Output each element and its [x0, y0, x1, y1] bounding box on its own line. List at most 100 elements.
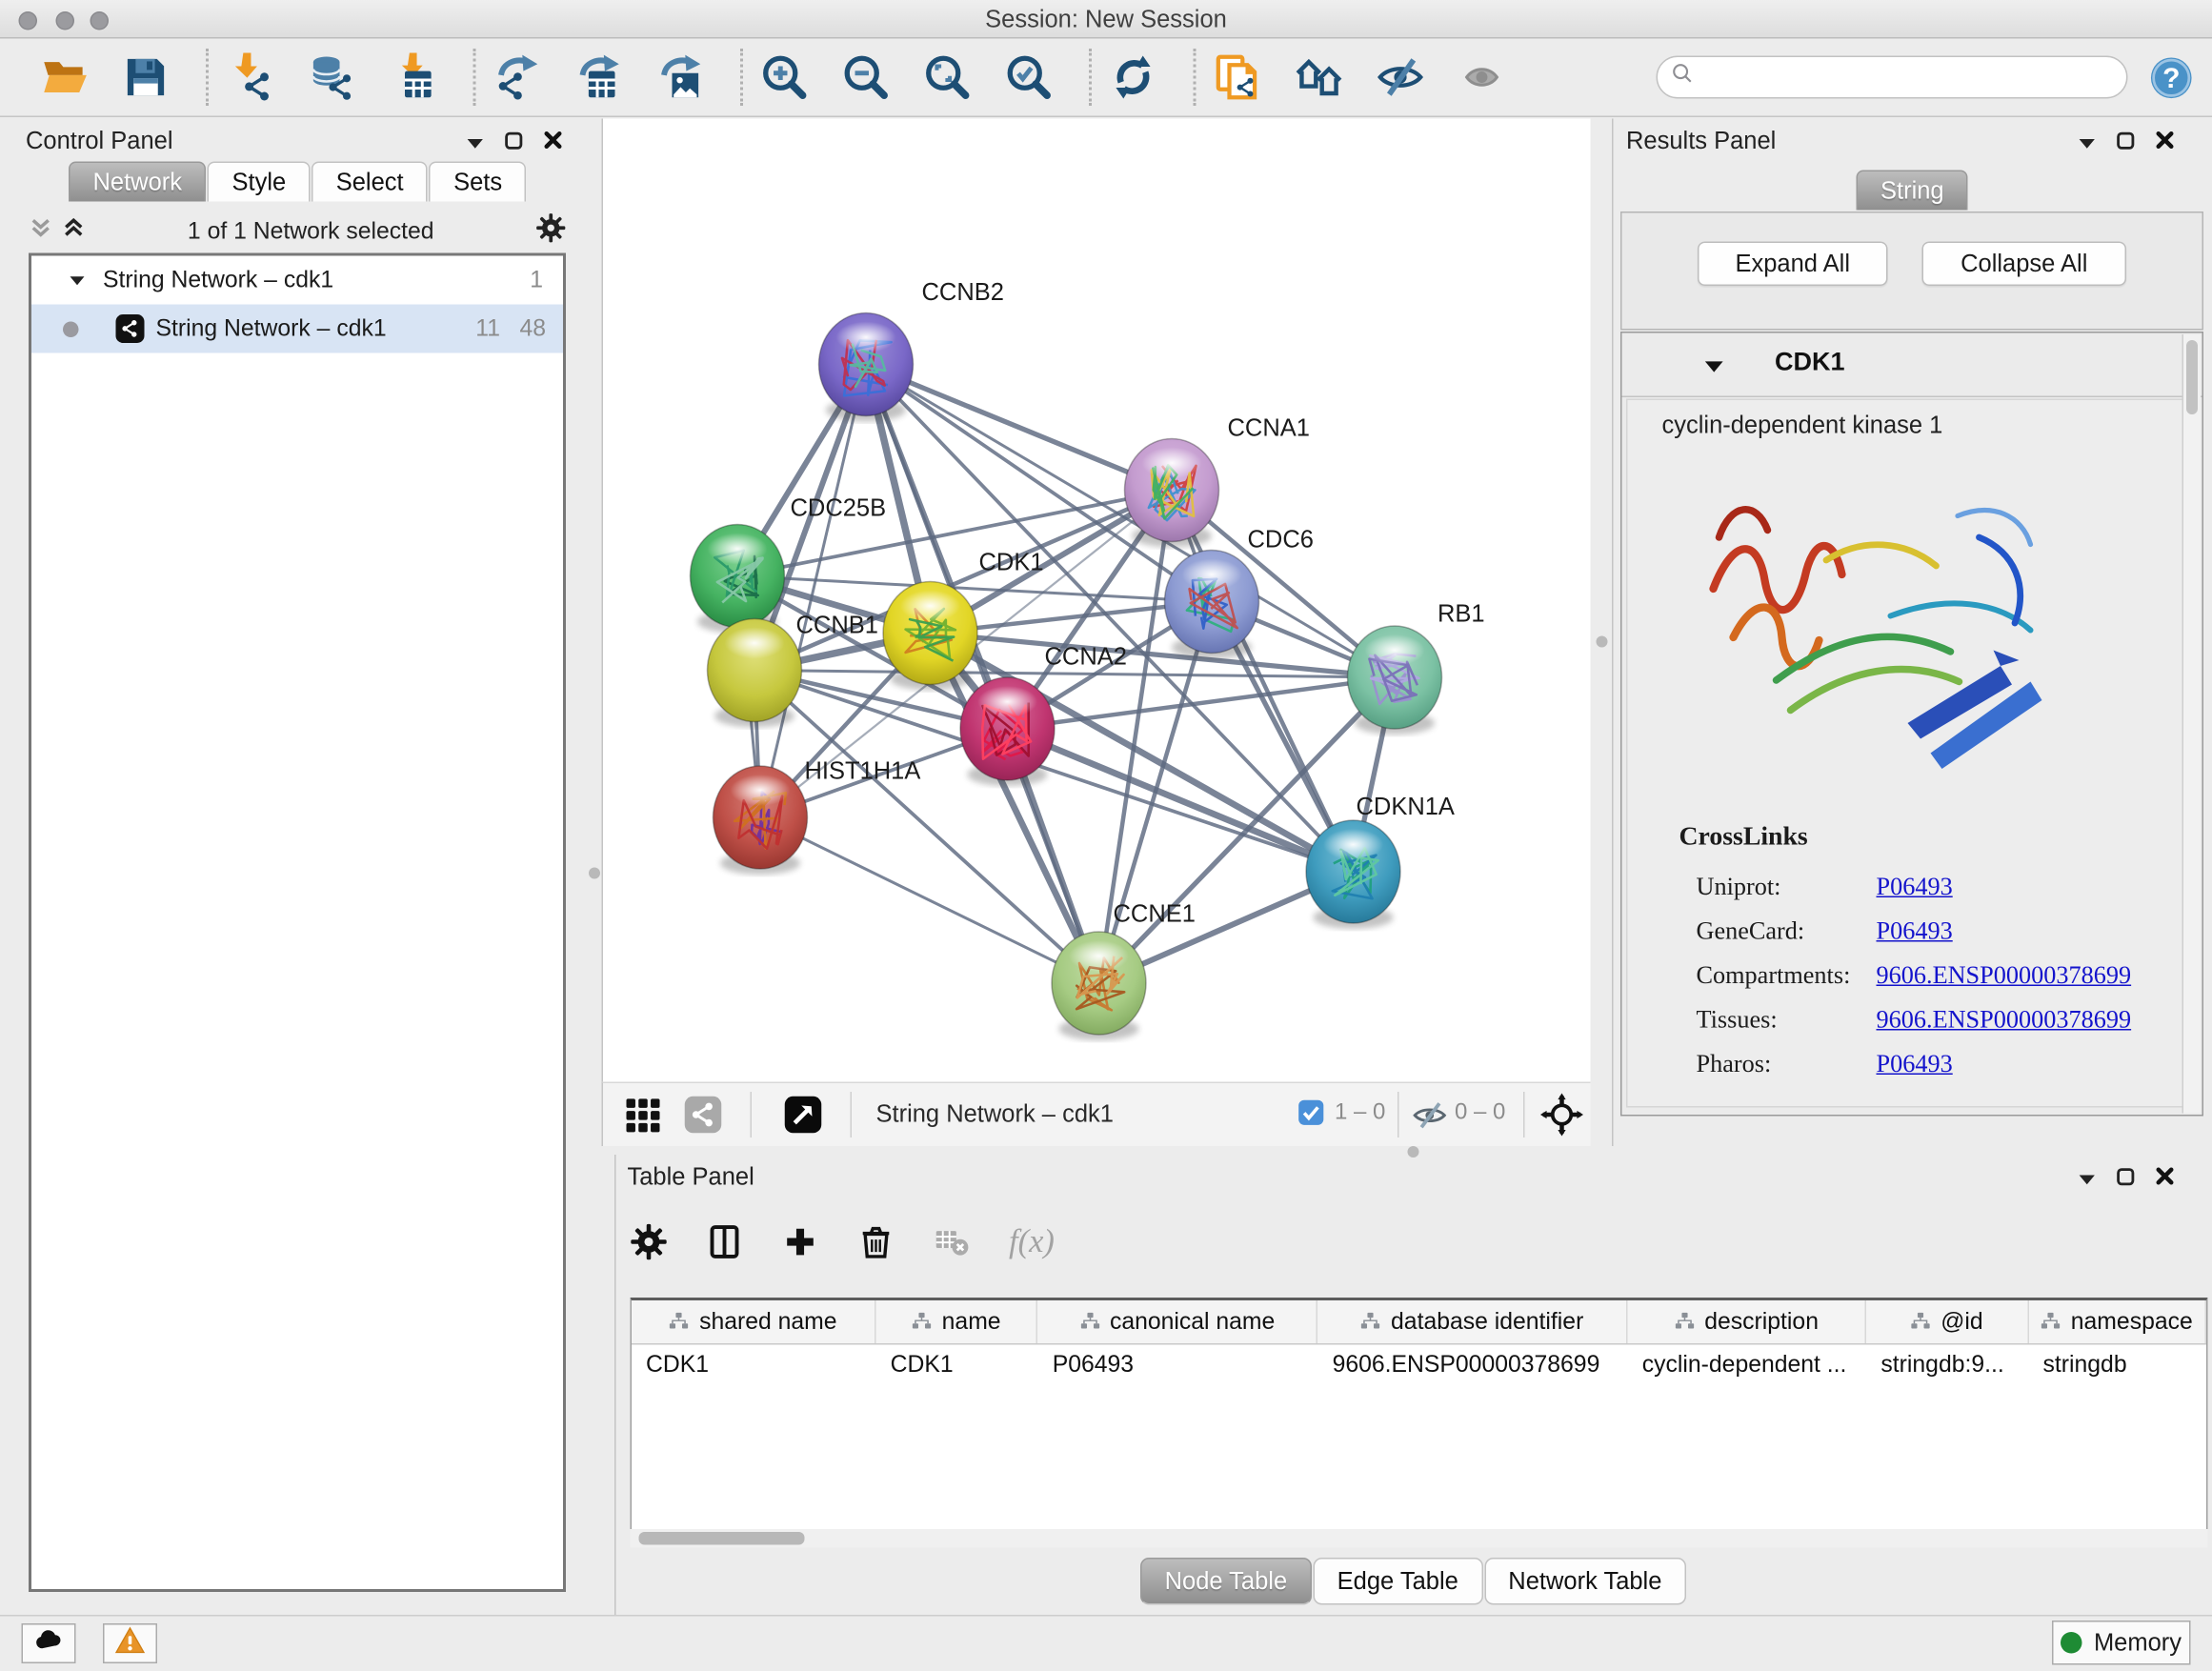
- column-header-canonicalname[interactable]: canonical name: [1038, 1300, 1318, 1343]
- search-field[interactable]: [1700, 59, 2126, 96]
- tab-edge-table[interactable]: Edge Table: [1313, 1558, 1482, 1605]
- view-grid-icon[interactable]: [623, 1095, 663, 1142]
- result-section-header[interactable]: CDK1: [1622, 333, 2202, 398]
- selected-counts: 1 – 0: [1335, 1100, 1385, 1126]
- network-node-CCNA2[interactable]: [960, 677, 1055, 786]
- clone-network-icon[interactable]: [1214, 53, 1262, 102]
- network-node-HIST1H1A[interactable]: [714, 766, 808, 875]
- delete-column-icon[interactable]: [857, 1223, 895, 1260]
- expand-all-button[interactable]: Expand All: [1698, 242, 1888, 287]
- results-panel-collapse-icon[interactable]: [2078, 131, 2097, 156]
- network-node-CCNE1[interactable]: [1052, 932, 1146, 1040]
- cloud-button[interactable]: [22, 1623, 76, 1663]
- network-edge[interactable]: [754, 671, 1395, 678]
- search-input[interactable]: [1657, 56, 2128, 99]
- tab-sets[interactable]: Sets: [430, 162, 527, 202]
- view-network-icon[interactable]: [683, 1095, 723, 1142]
- zoom-fit-icon[interactable]: [923, 53, 972, 102]
- show-columns-icon[interactable]: [706, 1223, 743, 1260]
- crosslink-link[interactable]: P06493: [1877, 872, 1953, 902]
- import-table-icon[interactable]: [389, 53, 437, 102]
- results-scrollbar[interactable]: [2182, 334, 2202, 1114]
- collapse-all-button[interactable]: Collapse All: [1922, 242, 2127, 287]
- memory-button[interactable]: Memory: [2052, 1621, 2191, 1665]
- hidden-items-icon[interactable]: [1412, 1097, 1448, 1140]
- open-session-icon[interactable]: [40, 53, 89, 102]
- control-panel-close-icon[interactable]: [543, 131, 563, 158]
- network-node-CDK1[interactable]: [883, 582, 977, 691]
- crosslink-link[interactable]: P06493: [1877, 916, 1953, 947]
- tab-style[interactable]: Style: [208, 162, 311, 202]
- results-panel-close-icon[interactable]: [2155, 131, 2175, 158]
- export-image-icon[interactable]: [656, 53, 705, 102]
- network-tree-row[interactable]: String Network – cdk11: [31, 256, 563, 305]
- network-node-CDC25B[interactable]: [691, 525, 785, 634]
- network-canvas[interactable]: CCNB2CCNA1CDC25BCDK1CDC6RB1CCNB1CCNA2CDK…: [602, 119, 1591, 1082]
- column-header-description[interactable]: description: [1628, 1300, 1867, 1343]
- collapse-all-networks-icon[interactable]: [29, 216, 53, 248]
- tab-select[interactable]: Select: [312, 162, 428, 202]
- network-graph[interactable]: CCNB2CCNA1CDC25BCDK1CDC6RB1CCNB1CCNA2CDK…: [603, 119, 1592, 1082]
- crosslink-link[interactable]: 9606.ENSP00000378699: [1877, 1005, 2132, 1036]
- right-splitter-handle[interactable]: [1597, 636, 1608, 648]
- help-button[interactable]: ?: [2149, 55, 2194, 100]
- zoom-in-icon[interactable]: [760, 53, 809, 102]
- column-header-databaseidentifier[interactable]: database identifier: [1318, 1300, 1628, 1343]
- column-header-id[interactable]: @id: [1866, 1300, 2028, 1343]
- column-header-sharedname[interactable]: shared name: [632, 1300, 876, 1343]
- network-node-RB1[interactable]: [1348, 626, 1442, 735]
- fit-selection-crosshair-icon[interactable]: [1540, 1094, 1583, 1144]
- network-edge[interactable]: [1008, 729, 1354, 872]
- expand-all-networks-icon[interactable]: [62, 216, 87, 248]
- crosslink-link[interactable]: 9606.ENSP00000378699: [1877, 960, 2132, 991]
- network-edge[interactable]: [1008, 677, 1396, 729]
- network-node-CCNB1[interactable]: [708, 619, 802, 728]
- export-table-icon[interactable]: [574, 53, 623, 102]
- import-network-icon[interactable]: [226, 53, 274, 102]
- network-node-CDC6[interactable]: [1165, 551, 1259, 659]
- bottom-splitter-handle[interactable]: [1408, 1146, 1419, 1158]
- crosslink-label: Compartments:: [1697, 960, 1851, 989]
- table-panel-float-icon[interactable]: [2117, 1167, 2136, 1193]
- network-node-CCNB2[interactable]: [819, 313, 914, 422]
- results-panel-float-icon[interactable]: [2117, 131, 2136, 156]
- results-panel: Results Panel String Expand All Collapse…: [1612, 119, 2212, 1147]
- export-network-icon[interactable]: [493, 53, 542, 102]
- delete-table-icon[interactable]: [934, 1223, 971, 1260]
- refresh-icon[interactable]: [1109, 53, 1157, 102]
- left-splitter-handle[interactable]: [589, 868, 600, 879]
- zoom-out-icon[interactable]: [842, 53, 891, 102]
- function-builder-icon[interactable]: f(x): [1009, 1223, 1046, 1260]
- show-panels-icon[interactable]: [1458, 53, 1506, 102]
- add-column-icon[interactable]: [782, 1223, 819, 1260]
- network-node-CDKN1A[interactable]: [1306, 820, 1400, 929]
- column-header-name[interactable]: name: [876, 1300, 1038, 1343]
- table-options-gear-icon[interactable]: [631, 1223, 668, 1260]
- hide-panels-icon[interactable]: [1377, 53, 1425, 102]
- tab-node-table[interactable]: Node Table: [1140, 1558, 1312, 1605]
- tab-string[interactable]: String: [1857, 171, 1969, 211]
- zoom-selected-icon[interactable]: [1005, 53, 1054, 102]
- network-options-gear-icon[interactable]: [536, 213, 567, 251]
- tab-network-table[interactable]: Network Table: [1484, 1558, 1686, 1605]
- crosslink-link[interactable]: P06493: [1877, 1049, 1953, 1079]
- control-panel-float-icon[interactable]: [505, 131, 524, 156]
- section-expander-icon[interactable]: [1703, 356, 1725, 382]
- column-header-namespace[interactable]: namespace: [2029, 1300, 2206, 1343]
- save-session-icon[interactable]: [122, 53, 171, 102]
- table-panel-collapse-icon[interactable]: [2078, 1167, 2097, 1193]
- import-database-icon[interactable]: [308, 53, 356, 102]
- node-table[interactable]: shared namenamecanonical namedatabase id…: [631, 1298, 2208, 1546]
- tree-expander-icon[interactable]: [69, 273, 86, 288]
- control-panel-collapse-icon[interactable]: [466, 131, 485, 156]
- network-tree-row[interactable]: String Network – cdk11148: [31, 305, 563, 353]
- birdseye-view-button[interactable]: [783, 1095, 823, 1142]
- selected-checkbox[interactable]: [1297, 1099, 1325, 1134]
- table-row[interactable]: CDK1CDK1P064939606.ENSP00000378699cyclin…: [632, 1345, 2206, 1388]
- warnings-button[interactable]: [103, 1623, 157, 1663]
- table-horizontal-scrollbar[interactable]: [631, 1529, 2208, 1548]
- network-node-CCNA1[interactable]: [1125, 439, 1219, 548]
- network-overview-icon[interactable]: [1295, 53, 1343, 102]
- table-panel-close-icon[interactable]: [2155, 1166, 2175, 1194]
- tab-network[interactable]: Network: [69, 162, 207, 202]
